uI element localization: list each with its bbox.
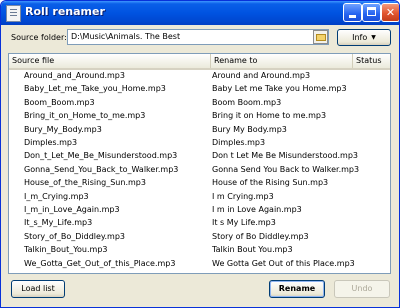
title-bar[interactable]: Roll renamer ✕ bbox=[1, 1, 399, 25]
rename-to-cell: Gonna Send You Back to Walker.mp3 bbox=[212, 164, 360, 174]
list-item[interactable]: Story_of_Bo_Diddley.mp3 Story of Bo Diddl… bbox=[9, 231, 390, 243]
info-button[interactable]: Info ▼ bbox=[337, 29, 391, 46]
list-item[interactable]: Dimples.mp3 Dimples.mp3 bbox=[9, 137, 390, 149]
rename-to-cell: It s My Life.mp3 bbox=[212, 218, 276, 228]
rename-to-cell: Boom Boom.mp3 bbox=[212, 97, 282, 107]
column-header-rename-to[interactable]: Rename to bbox=[211, 54, 353, 68]
rename-button[interactable]: Rename bbox=[269, 280, 325, 298]
rename-to-cell: Talkin Bout You.mp3 bbox=[212, 245, 293, 255]
source-file-cell: Bring_it_on_Home_to_me.mp3 bbox=[24, 111, 146, 121]
rename-to-cell: Story of Bo Diddley.mp3 bbox=[212, 231, 309, 241]
source-file-cell: Bury_My_Body.mp3 bbox=[24, 124, 102, 134]
undo-button[interactable]: Undo bbox=[334, 280, 390, 298]
rename-to-cell: House of the Rising Sun.mp3 bbox=[212, 178, 329, 188]
maximize-button[interactable] bbox=[362, 3, 381, 22]
source-file-cell: I_m_in_Love_Again.mp3 bbox=[24, 205, 120, 214]
source-folder-label: Source folder: bbox=[11, 33, 67, 42]
rename-to-cell: Baby Let me Take you Home.mp3 bbox=[212, 84, 347, 94]
source-file-cell: Don_t_Let_Me_Be_Misunderstood.mp3 bbox=[24, 151, 178, 161]
source-file-cell: It_s_My_Life.mp3 bbox=[24, 218, 93, 228]
rename-to-cell: Dimples.mp3 bbox=[212, 138, 266, 147]
list-item[interactable]: Boom_Boom.mp3 Boom Boom.mp3 bbox=[9, 97, 390, 109]
minimize-icon bbox=[349, 15, 356, 18]
source-file-cell: House_of_the_Rising_Sun.mp3 bbox=[24, 178, 146, 188]
rename-to-cell: Bury My Body.mp3 bbox=[212, 124, 287, 134]
list-item[interactable]: I_m_Crying.mp3 I m Crying.mp3 bbox=[9, 191, 390, 203]
source-folder-input[interactable]: D:\Music\Animals. The Best bbox=[67, 29, 329, 45]
list-item[interactable]: We_Gotta_Get_Out_of_this_Place.mp3 We Got… bbox=[9, 258, 390, 270]
info-button-label: Info bbox=[352, 33, 368, 42]
list-item[interactable]: Bury_My_Body.mp3 Bury My Body.mp3 bbox=[9, 124, 390, 136]
rename-to-cell: We Gotta Get Out of this Place.mp3 bbox=[212, 258, 355, 268]
rename-to-cell: I m in Love Again.mp3 bbox=[212, 205, 302, 214]
close-button[interactable]: ✕ bbox=[381, 3, 399, 22]
list-item[interactable]: Bring_it_on_Home_to_me.mp3 Bring it on Ho… bbox=[9, 110, 390, 122]
source-file-cell: Story_of_Bo_Diddley.mp3 bbox=[24, 231, 126, 241]
list-item[interactable]: Baby_Let_me_Take_you_Home.mp3 Baby Let me… bbox=[9, 83, 390, 95]
list-item[interactable]: It_s_My_Life.mp3 It s My Life.mp3 bbox=[9, 217, 390, 229]
rename-to-cell: Around and Around.mp3 bbox=[212, 71, 311, 80]
chevron-down-icon: ▼ bbox=[371, 34, 376, 41]
rename-to-cell: Don t Let Me Be Misunderstood.mp3 bbox=[212, 151, 358, 161]
list-header: Source file Rename to Status bbox=[9, 54, 390, 70]
source-file-cell: Gonna_Send_You_Back_to_Walker.mp3 bbox=[24, 164, 179, 174]
window-title: Roll renamer bbox=[25, 5, 105, 18]
app-window: Roll renamer ✕ Source folder: D:\Music\A… bbox=[0, 0, 400, 308]
list-item[interactable]: Gonna_Send_You_Back_to_Walker.mp3 Gonna S… bbox=[9, 164, 390, 176]
minimize-button[interactable] bbox=[343, 3, 362, 22]
rename-to-cell: Bring it on Home to me.mp3 bbox=[212, 111, 327, 121]
list-item[interactable]: House_of_the_Rising_Sun.mp3 House of the … bbox=[9, 177, 390, 189]
list-item[interactable]: I_m_in_Love_Again.mp3 I m in Love Again.m… bbox=[9, 204, 390, 216]
column-header-source-file[interactable]: Source file bbox=[9, 54, 211, 68]
rename-to-cell: I m Crying.mp3 bbox=[212, 191, 274, 201]
list-item[interactable]: Around_and_Around.mp3 Around and Around.m… bbox=[9, 70, 390, 82]
maximize-icon bbox=[367, 7, 376, 16]
source-file-cell: We_Gotta_Get_Out_of_this_Place.mp3 bbox=[24, 258, 176, 268]
source-file-cell: I_m_Crying.mp3 bbox=[24, 191, 89, 201]
browse-folder-button[interactable] bbox=[313, 30, 328, 44]
file-list[interactable]: Source file Rename to Status Around_and_… bbox=[8, 53, 391, 274]
column-header-status[interactable]: Status bbox=[353, 54, 390, 68]
close-icon: ✕ bbox=[385, 6, 396, 19]
source-file-cell: Baby_Let_me_Take_you_Home.mp3 bbox=[24, 84, 166, 94]
source-file-cell: Around_and_Around.mp3 bbox=[24, 71, 125, 80]
load-list-button[interactable]: Load list bbox=[11, 280, 65, 298]
list-item[interactable]: Don_t_Let_Me_Be_Misunderstood.mp3 Don t L… bbox=[9, 150, 390, 162]
source-file-cell: Talkin_Bout_You.mp3 bbox=[24, 245, 108, 255]
list-item[interactable]: Talkin_Bout_You.mp3 Talkin Bout You.mp3 bbox=[9, 244, 390, 256]
source-file-cell: Boom_Boom.mp3 bbox=[24, 97, 95, 107]
folder-icon bbox=[316, 34, 326, 41]
source-file-cell: Dimples.mp3 bbox=[24, 138, 78, 147]
app-icon bbox=[6, 5, 21, 22]
